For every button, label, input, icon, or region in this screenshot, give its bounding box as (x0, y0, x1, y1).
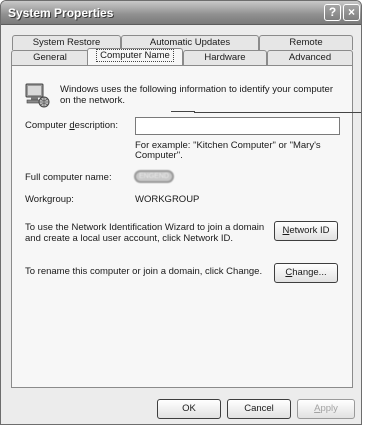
tab-label: General (33, 52, 67, 63)
help-button[interactable]: ? (324, 4, 341, 21)
callout-line (171, 111, 195, 112)
cancel-button[interactable]: Cancel (227, 399, 291, 419)
tab-remote[interactable]: Remote (259, 35, 353, 50)
tab-label: Computer Name (96, 49, 174, 62)
tab-computer-name[interactable]: Computer Name (87, 48, 183, 65)
tab-label: Automatic Updates (149, 37, 231, 48)
callout-line (194, 112, 361, 113)
tab-general[interactable]: General (11, 50, 89, 65)
network-id-button[interactable]: Network ID (274, 221, 338, 241)
computer-network-icon (25, 83, 50, 108)
workgroup-label: Workgroup: (25, 194, 74, 205)
intro-text: Windows uses the following information t… (60, 84, 333, 106)
computer-name-panel: Windows uses the following information t… (11, 65, 353, 388)
system-properties-window: System Properties ? × System Restore Aut… (0, 0, 362, 425)
tab-hardware[interactable]: Hardware (183, 50, 267, 65)
full-computer-name-label: Full computer name: (25, 172, 112, 183)
tab-advanced[interactable]: Advanced (267, 50, 353, 65)
title-bar[interactable]: System Properties ? × (1, 1, 361, 25)
description-example-text: For example: "Kitchen Computer" or "Mary… (135, 140, 321, 161)
network-id-instructions: To use the Network Identification Wizard… (25, 222, 265, 244)
close-button[interactable]: × (343, 4, 360, 21)
apply-button[interactable]: Apply (297, 399, 355, 419)
computer-description-input[interactable] (135, 117, 340, 135)
tab-label: Advanced (288, 52, 332, 63)
tab-label: System Restore (32, 37, 101, 48)
tab-label: Remote (289, 37, 323, 48)
workgroup-value: WORKGROUP (135, 194, 200, 205)
full-computer-name-value: ENGEND (134, 170, 174, 183)
tab-label: Hardware (204, 52, 246, 63)
ok-button[interactable]: OK (157, 399, 221, 419)
computer-description-label: Computer description: (25, 120, 118, 131)
window-title: System Properties (8, 6, 114, 20)
change-button[interactable]: Change... (274, 263, 338, 283)
rename-instructions: To rename this computer or join a domain… (25, 266, 263, 277)
